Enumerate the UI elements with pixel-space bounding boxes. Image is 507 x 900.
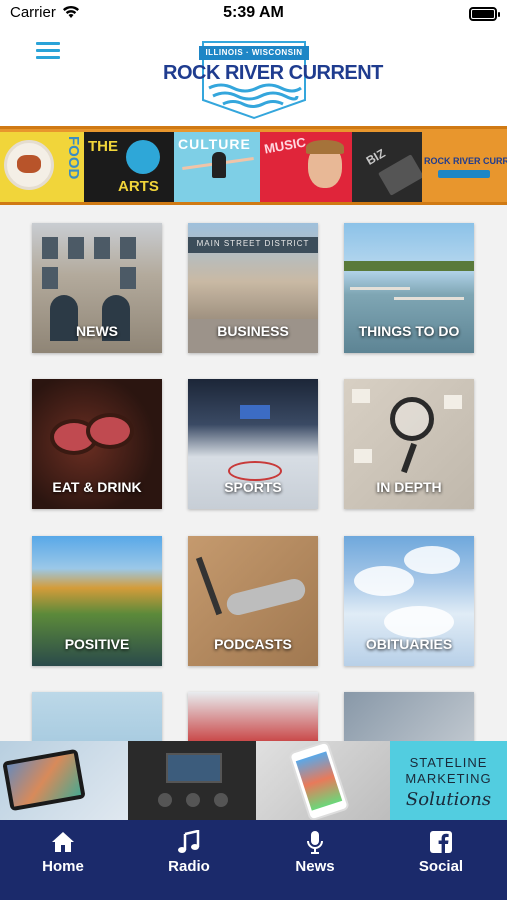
- status-bar: Carrier 5:39 AM: [0, 0, 507, 28]
- ad-car-dashboard-image: [128, 741, 256, 820]
- tile-news[interactable]: NEWS: [32, 223, 162, 353]
- dancer-image: [212, 152, 226, 178]
- tile-eat-drink[interactable]: EAT & DRINK: [32, 379, 162, 509]
- tile-obituaries[interactable]: OBITUARIES: [344, 536, 474, 666]
- ad-tablet-image: [0, 741, 128, 820]
- dock: [394, 297, 464, 300]
- ad-line-3: Solutions: [405, 789, 492, 810]
- tile-row4-2[interactable]: [188, 692, 318, 741]
- banner-the-label: THE: [88, 138, 118, 155]
- app-header: ILLINOIS · WISCONSIN ROCK RIVER CURRENT: [0, 28, 507, 126]
- banner-music-label: MUSIC: [263, 134, 307, 157]
- banner-logo-wave: [438, 170, 490, 178]
- tile-label: THINGS TO DO: [358, 323, 460, 339]
- banner-culture-label: CULTURE: [178, 136, 251, 152]
- tile-podcasts[interactable]: PODCASTS: [188, 536, 318, 666]
- banner-music: MUSIC: [260, 132, 352, 202]
- ad-banner[interactable]: STATELINE MARKETING Solutions: [0, 741, 507, 820]
- tab-news[interactable]: News: [252, 820, 378, 900]
- tab-social[interactable]: Social: [378, 820, 504, 900]
- building-window: [42, 267, 58, 289]
- logo-title: ROCK RIVER CURRENT: [163, 62, 383, 84]
- pinned-note: [352, 389, 370, 403]
- tab-radio-label: Radio: [168, 858, 210, 875]
- tab-social-label: Social: [418, 858, 464, 875]
- ad-phone-image: [256, 741, 390, 820]
- banner-food-label: FOOD: [65, 136, 82, 180]
- ad-sponsor-logo: STATELINE MARKETING Solutions: [390, 741, 507, 820]
- banner-arts: THE ARTS: [84, 132, 174, 202]
- tab-radio[interactable]: Radio: [126, 820, 252, 900]
- menu-icon[interactable]: [36, 40, 60, 60]
- steak-slice: [86, 413, 134, 449]
- bottom-tab-bar: Home Radio News Social: [0, 820, 507, 900]
- tile-row4-1[interactable]: [32, 692, 162, 741]
- tile-label: IN DEPTH: [376, 479, 442, 495]
- dock: [350, 287, 410, 290]
- tile-label: PODCASTS: [214, 636, 292, 652]
- tile-things-to-do[interactable]: THINGS TO DO: [344, 223, 474, 353]
- tile-row4-3[interactable]: [344, 692, 474, 741]
- facebook-icon: [430, 831, 452, 853]
- building-window: [42, 237, 58, 259]
- banner-culture: CULTURE: [174, 132, 260, 202]
- banner-biz: BIZ: [352, 132, 422, 202]
- pinned-note: [444, 395, 462, 409]
- building-window: [68, 237, 84, 259]
- laptop-image: [378, 154, 422, 196]
- street-sign-text: MAIN STREET DISTRICT: [196, 239, 310, 248]
- building-window: [120, 267, 136, 289]
- center-ice-ring: [228, 461, 282, 481]
- cloud: [354, 566, 414, 596]
- tab-home[interactable]: Home: [0, 820, 126, 900]
- app-logo: ILLINOIS · WISCONSIN ROCK RIVER CURRENT: [163, 30, 383, 122]
- tile-label: OBITUARIES: [365, 636, 453, 652]
- tile-label: EAT & DRINK: [52, 479, 142, 495]
- magnifier-handle: [401, 442, 417, 474]
- ad-line-2: MARKETING: [405, 771, 492, 786]
- building-window: [94, 237, 110, 259]
- microphone-image: [224, 576, 308, 618]
- tile-label: POSITIVE: [64, 636, 130, 652]
- tab-home-label: Home: [42, 858, 84, 875]
- cloud: [404, 546, 460, 574]
- banner-logo: ROCK RIVER CURRENT: [422, 132, 507, 202]
- banner-food: FOOD: [0, 132, 84, 202]
- tile-label: NEWS: [76, 323, 118, 339]
- banner-arts-label: ARTS: [118, 178, 159, 195]
- home-icon: [52, 832, 74, 852]
- mic-stand: [195, 556, 223, 616]
- tile-label: SPORTS: [224, 479, 282, 495]
- food-plate-image: [4, 140, 54, 190]
- music-note-icon: [178, 830, 200, 853]
- logo-tagline: ILLINOIS · WISCONSIN: [199, 46, 309, 60]
- pinned-note: [354, 449, 372, 463]
- ad-line-1: STATELINE: [409, 755, 488, 770]
- banner-logo-label: ROCK RIVER CURRENT: [424, 156, 507, 166]
- tab-news-label: News: [295, 858, 335, 875]
- cloud: [384, 606, 454, 638]
- shoreline: [344, 261, 474, 271]
- arts-ball-image: [126, 140, 160, 174]
- tile-in-depth[interactable]: IN DEPTH: [344, 379, 474, 509]
- tile-business[interactable]: MAIN STREET DISTRICT BUSINESS: [188, 223, 318, 353]
- building-window: [120, 237, 136, 259]
- tile-sports[interactable]: SPORTS: [188, 379, 318, 509]
- banner-biz-label: BIZ: [363, 146, 388, 168]
- tile-positive[interactable]: POSITIVE: [32, 536, 162, 666]
- clock: 5:39 AM: [223, 4, 284, 21]
- category-grid: NEWS MAIN STREET DISTRICT BUSINESS THING…: [0, 205, 507, 741]
- battery-icon: [469, 7, 500, 21]
- arena-scoreboard: [240, 405, 270, 419]
- category-banner[interactable]: FOOD THE ARTS CULTURE MUSIC BIZ ROCK RIV…: [0, 126, 507, 205]
- singer-hair-image: [306, 140, 344, 154]
- microphone-icon: [307, 831, 323, 854]
- magnifying-glass-icon: [390, 397, 434, 441]
- tile-label: BUSINESS: [217, 323, 289, 339]
